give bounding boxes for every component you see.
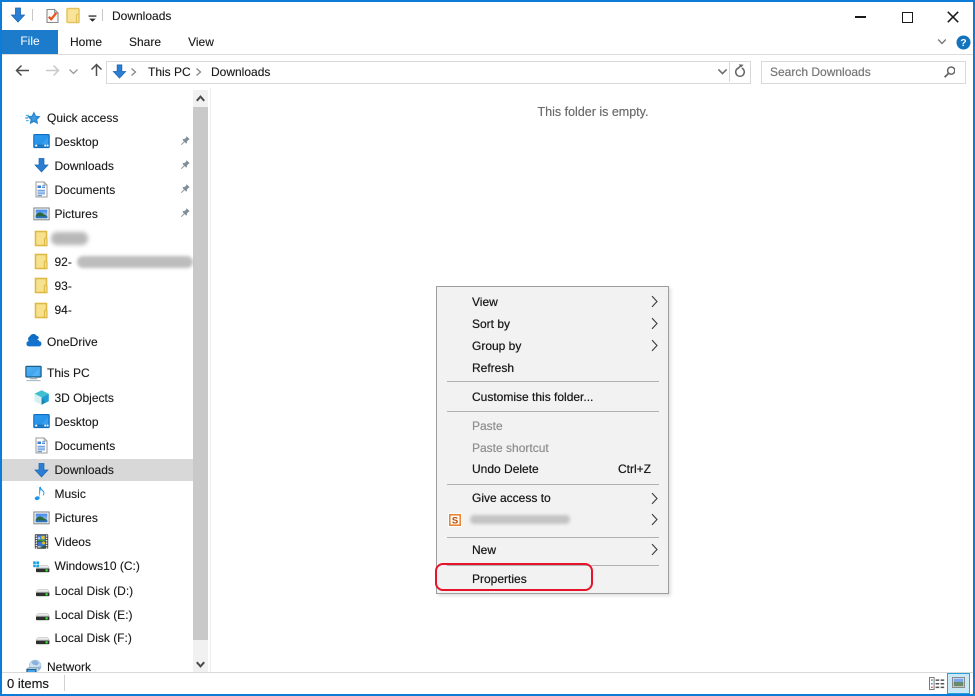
svg-text:?: ?: [960, 37, 966, 49]
svg-text:S: S: [452, 515, 458, 526]
